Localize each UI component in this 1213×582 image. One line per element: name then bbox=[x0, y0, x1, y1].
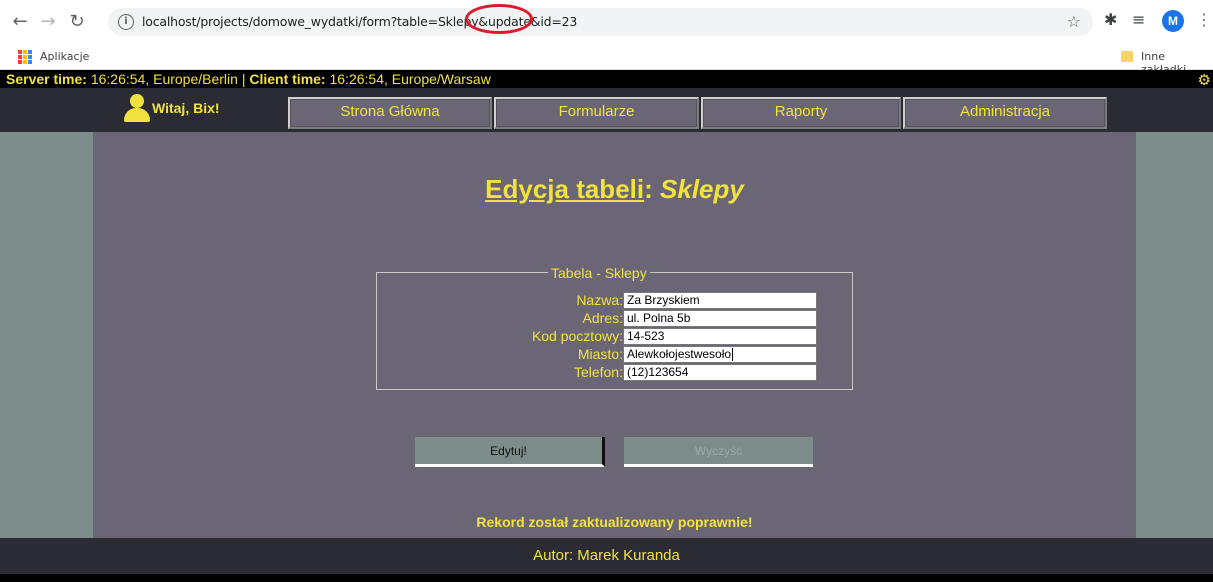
field-row-phone: Telefon: (12)123654 bbox=[377, 364, 854, 382]
bookmarks-bar bbox=[0, 44, 1213, 70]
content-panel: Edycja tabeli: Sklepy Tabela - Sklepy Na… bbox=[93, 132, 1136, 538]
time-separator: | bbox=[241, 71, 246, 87]
phone-field[interactable]: (12)123654 bbox=[623, 364, 817, 381]
time-bar: Server time: 16:26:54, Europe/Berlin | C… bbox=[0, 70, 1213, 89]
browser-toolbar: ← → ↻ i localhost/projects/domowe_wydatk… bbox=[0, 0, 1213, 44]
name-field[interactable]: Za Brzyskiem bbox=[623, 292, 817, 309]
server-time-value: 16:26:54, Europe/Berlin bbox=[90, 71, 238, 87]
status-message: Rekord został zaktualizowany poprawnie! bbox=[476, 514, 753, 530]
apps-grid-icon[interactable] bbox=[18, 50, 32, 64]
menu-item-forms[interactable]: Formularze bbox=[494, 97, 699, 129]
browser-chrome: ← → ↻ i localhost/projects/domowe_wydatk… bbox=[0, 0, 1213, 76]
city-value: Alewkołojestwesoło bbox=[627, 347, 732, 361]
title-table-name: Sklepy bbox=[660, 174, 744, 204]
main-area: Edycja tabeli: Sklepy Tabela - Sklepy Na… bbox=[0, 132, 1213, 538]
phone-label: Telefon: bbox=[573, 364, 623, 380]
gear-icon[interactable]: ⚙ bbox=[1198, 71, 1211, 89]
fieldset-legend: Tabela - Sklepy bbox=[548, 265, 650, 281]
text-cursor bbox=[732, 348, 734, 362]
extensions-puzzle-icon[interactable]: ✱ bbox=[1104, 10, 1117, 29]
title-colon: : bbox=[644, 174, 653, 204]
server-time-label: Server time: bbox=[6, 71, 87, 87]
title-link[interactable]: Edycja tabeli bbox=[485, 174, 644, 204]
back-arrow-icon[interactable]: ← bbox=[8, 10, 32, 34]
menu-item-home[interactable]: Strona Główna bbox=[288, 97, 492, 129]
address-field[interactable]: ul. Polna 5b bbox=[623, 310, 817, 327]
clear-button[interactable]: Wyczyść bbox=[624, 437, 813, 467]
client-time-value: 16:26:54, Europe/Warsaw bbox=[329, 71, 491, 87]
city-field[interactable]: Alewkołojestwesoło bbox=[623, 346, 817, 363]
bookmark-star-icon[interactable]: ☆ bbox=[1067, 12, 1081, 31]
folder-icon bbox=[1121, 51, 1133, 62]
web-page: Server time: 16:26:54, Europe/Berlin | C… bbox=[0, 70, 1213, 582]
client-time-label: Client time: bbox=[249, 71, 326, 87]
footer: Autor: Marek Kuranda bbox=[0, 538, 1213, 574]
page-title: Edycja tabeli: Sklepy bbox=[93, 174, 1136, 205]
address-bar[interactable]: i localhost/projects/domowe_wydatki/form… bbox=[108, 8, 1093, 36]
menu-item-admin[interactable]: Administracja bbox=[903, 97, 1107, 129]
field-row-city: Miasto: Alewkołojestwesoło bbox=[377, 346, 854, 364]
main-menu: Witaj, Bix! Strona Główna Formularze Rap… bbox=[0, 88, 1213, 132]
browser-menu-icon[interactable]: ⋮ bbox=[1196, 10, 1212, 29]
menu-item-reports[interactable]: Raporty bbox=[701, 97, 901, 129]
field-row-name: Nazwa: Za Brzyskiem bbox=[377, 292, 854, 310]
field-row-postal: Kod pocztowy: 14-523 bbox=[377, 328, 854, 346]
forward-arrow-icon[interactable]: → bbox=[36, 10, 60, 34]
profile-avatar[interactable]: M bbox=[1162, 10, 1184, 32]
user-icon bbox=[124, 94, 150, 122]
address-label: Adres: bbox=[582, 310, 623, 326]
postal-code-field[interactable]: 14-523 bbox=[623, 328, 817, 345]
field-row-address: Adres: ul. Polna 5b bbox=[377, 310, 854, 328]
postal-code-label: Kod pocztowy: bbox=[531, 328, 623, 344]
name-label: Nazwa: bbox=[576, 292, 623, 308]
red-circle-annotation bbox=[465, 4, 533, 34]
greeting: Witaj, Bix! bbox=[152, 100, 220, 116]
bookmark-apps[interactable]: Aplikacje bbox=[40, 50, 89, 63]
city-label: Miasto: bbox=[577, 346, 623, 362]
reload-icon[interactable]: ↻ bbox=[65, 10, 89, 34]
edit-button[interactable]: Edytuj! bbox=[415, 437, 605, 467]
media-queue-icon[interactable]: ≡ bbox=[1132, 10, 1145, 29]
info-icon[interactable]: i bbox=[118, 14, 134, 30]
table-fieldset: Tabela - Sklepy Nazwa: Za Brzyskiem Adre… bbox=[376, 265, 854, 390]
